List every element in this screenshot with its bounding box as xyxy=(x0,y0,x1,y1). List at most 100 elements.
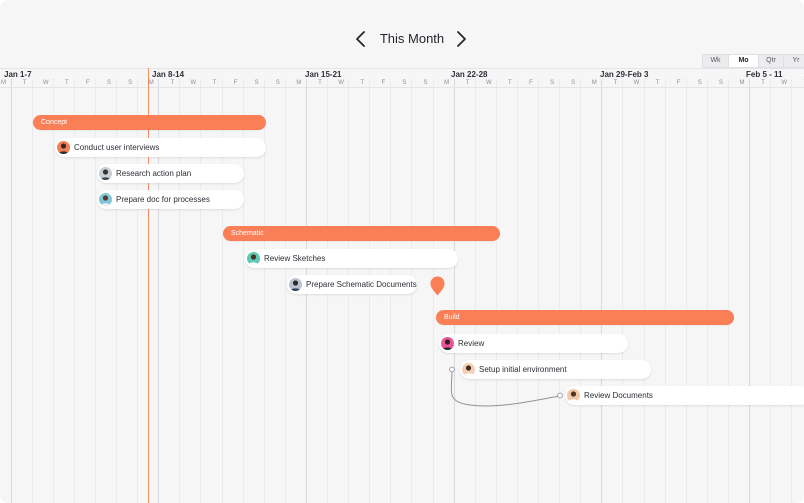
day-label: T xyxy=(22,80,27,86)
task-label: Review Documents xyxy=(584,391,653,400)
day-divider xyxy=(622,79,623,503)
chevron-left-icon xyxy=(356,31,365,47)
task-label: Review Sketches xyxy=(264,254,326,263)
day-label: T xyxy=(360,80,365,86)
day-label: M xyxy=(591,80,597,86)
milestone-marker-icon[interactable] xyxy=(430,276,445,296)
scale-week-button[interactable]: Wk xyxy=(703,55,728,67)
avatar xyxy=(289,278,302,291)
day-label: W xyxy=(633,80,640,86)
task-bar[interactable]: Review Documents xyxy=(565,386,804,405)
day-divider xyxy=(791,79,792,503)
avatar xyxy=(247,252,260,265)
day-label: S xyxy=(275,80,280,86)
day-label: T xyxy=(795,79,804,88)
day-label: T xyxy=(613,80,618,86)
day-label: W xyxy=(781,80,788,86)
day-divider xyxy=(475,79,476,503)
day-label: F xyxy=(381,80,386,86)
day-label: T xyxy=(318,80,322,86)
day-label: F xyxy=(86,80,90,86)
person-avatar-icon xyxy=(463,365,474,376)
scale-toggle: Wk Mo Qtr Yr xyxy=(702,54,804,68)
scale-quarter-button[interactable]: Qtr xyxy=(758,55,783,67)
day-divider xyxy=(559,79,560,503)
day-label: F xyxy=(529,80,533,86)
person-avatar-icon xyxy=(442,339,453,350)
day-label: T xyxy=(761,80,765,86)
person-avatar-icon xyxy=(58,143,69,154)
day-label: S xyxy=(423,80,428,86)
task-label: Setup initial environment xyxy=(479,365,567,374)
day-label: W xyxy=(42,80,49,86)
day-label: T xyxy=(212,80,217,86)
week-divider xyxy=(601,68,602,503)
person-avatar-icon xyxy=(100,195,111,206)
day-label: S xyxy=(128,80,133,86)
person-avatar-icon xyxy=(290,280,301,291)
day-divider xyxy=(728,79,729,503)
day-label: F xyxy=(233,80,238,86)
day-label: T xyxy=(170,80,175,86)
day-divider xyxy=(53,79,54,503)
avatar xyxy=(441,337,454,350)
next-period-button[interactable] xyxy=(449,27,473,51)
person-avatar-icon xyxy=(568,391,579,402)
task-bar[interactable]: Review xyxy=(439,334,628,353)
avatar xyxy=(57,141,70,154)
top-bar: This Month Wk Mo Qtr Yr xyxy=(0,0,804,68)
day-label: S xyxy=(402,80,407,86)
task-label: Prepare Schematic Documents xyxy=(306,280,417,289)
avatar xyxy=(567,389,580,402)
task-bar[interactable]: Prepare Schematic Documents xyxy=(287,275,417,294)
gantt-app: This Month Wk Mo Qtr Yr Jan 1-7 Jan 8-14… xyxy=(0,0,804,503)
avatar xyxy=(99,167,112,180)
task-bar[interactable]: Conduct user interviews xyxy=(55,138,266,157)
day-label: W xyxy=(485,80,492,86)
day-label: W xyxy=(338,80,344,86)
day-label: S xyxy=(697,80,702,86)
scale-month-button[interactable]: Mo xyxy=(728,55,758,67)
task-bar[interactable]: Prepare doc for processes xyxy=(97,190,244,209)
person-avatar-icon xyxy=(100,169,111,180)
task-bar[interactable]: Review Sketches xyxy=(245,249,458,268)
today-line xyxy=(148,68,149,503)
period-title: This Month xyxy=(379,31,445,46)
day-label: S xyxy=(718,80,723,86)
phase-bar-schematic[interactable]: Schematic xyxy=(223,226,500,241)
week-divider xyxy=(454,68,455,503)
day-label: S xyxy=(571,80,576,86)
task-label: Conduct user interviews xyxy=(74,143,160,152)
day-header: MTWTFSSMTWTFSSMTWTFSSMTWTFSSMTWTFSSMTWT xyxy=(0,79,804,88)
week-header: Jan 1-7 Jan 8-14 Jan 15-21 Jan 22-28 Jan… xyxy=(0,68,804,79)
scale-year-button[interactable]: Yr xyxy=(783,55,804,67)
day-divider xyxy=(580,79,581,503)
day-label: M xyxy=(739,80,745,86)
task-label: Prepare doc for processes xyxy=(116,195,210,204)
phase-bar-concept[interactable]: Concept xyxy=(33,115,266,130)
person-avatar-icon xyxy=(248,254,259,265)
day-divider xyxy=(644,79,645,503)
day-divider xyxy=(686,79,687,503)
day-label: S xyxy=(254,80,259,86)
task-label: Review xyxy=(458,339,485,348)
day-label: M xyxy=(1,80,6,86)
day-label: T xyxy=(64,80,69,86)
day-divider xyxy=(707,79,708,503)
task-bar[interactable]: Setup initial environment xyxy=(460,360,651,379)
week-divider xyxy=(749,68,750,503)
task-label: Research action plan xyxy=(116,169,192,178)
day-label: S xyxy=(106,80,111,86)
chevron-right-icon xyxy=(457,31,466,47)
day-label: T xyxy=(655,80,660,86)
day-label: W xyxy=(190,80,197,86)
phase-bar-build[interactable]: Build xyxy=(436,310,734,325)
task-bar[interactable]: Research action plan xyxy=(97,164,244,183)
week-divider xyxy=(158,68,159,503)
day-divider xyxy=(32,79,33,503)
prev-period-button[interactable] xyxy=(349,27,373,51)
week-divider xyxy=(11,68,12,503)
avatar xyxy=(99,193,112,206)
day-divider xyxy=(770,79,771,503)
day-label: T xyxy=(508,80,512,86)
